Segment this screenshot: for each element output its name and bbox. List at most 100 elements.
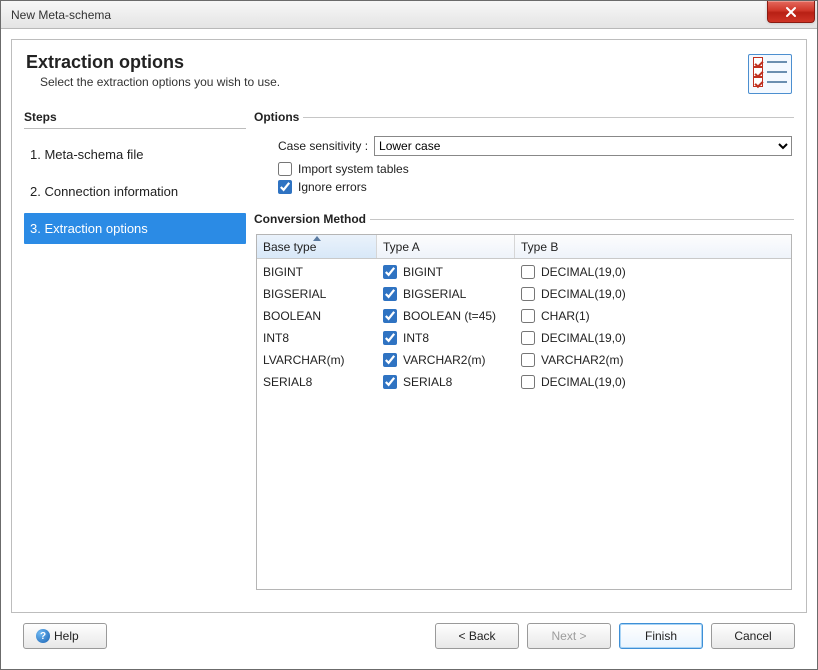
page-title: Extraction options: [26, 52, 748, 73]
table-row: SERIAL8 SERIAL8 DECIMAL(19,0): [257, 371, 791, 393]
finish-button[interactable]: Finish: [619, 623, 703, 649]
footer: ? Help < Back Next > Finish Cancel: [11, 613, 807, 659]
body: Steps 1. Meta-schema file 2. Connection i…: [12, 102, 806, 612]
cancel-button-label: Cancel: [734, 629, 771, 643]
back-button[interactable]: < Back: [435, 623, 519, 649]
cell-type-b: DECIMAL(19,0): [515, 331, 791, 345]
col-header-type-a-label: Type A: [383, 240, 420, 254]
content-outer: Extraction options Select the extraction…: [1, 29, 817, 669]
table-row: BIGSERIAL BIGSERIAL DECIMAL(19,0): [257, 283, 791, 305]
type-a-checkbox[interactable]: [383, 265, 397, 279]
steps-sidebar: Steps 1. Meta-schema file 2. Connection i…: [24, 110, 246, 602]
close-icon: [784, 6, 798, 18]
main-panel: Options Case sensitivity : Lower case Im…: [254, 110, 794, 602]
options-fieldset: Options Case sensitivity : Lower case Im…: [254, 110, 794, 200]
conversion-legend: Conversion Method: [254, 212, 370, 226]
finish-button-label: Finish: [645, 629, 677, 643]
conversion-table: Base type Type A Type B BIGINTB: [256, 234, 792, 590]
type-a-label: BIGINT: [403, 265, 443, 279]
help-button-label: Help: [54, 629, 79, 643]
window-title: New Meta-schema: [11, 8, 111, 22]
step-item[interactable]: 2. Connection information: [24, 176, 246, 207]
type-b-checkbox[interactable]: [521, 309, 535, 323]
cell-type-a: BIGSERIAL: [377, 287, 515, 301]
checklist-icon: [748, 54, 792, 94]
close-button[interactable]: [767, 1, 815, 23]
step-item[interactable]: 1. Meta-schema file: [24, 139, 246, 170]
type-a-label: BIGSERIAL: [403, 287, 466, 301]
cell-type-b: CHAR(1): [515, 309, 791, 323]
content-frame: Extraction options Select the extraction…: [11, 39, 807, 613]
type-b-checkbox[interactable]: [521, 353, 535, 367]
case-sensitivity-select[interactable]: Lower case: [374, 136, 792, 156]
case-sensitivity-label: Case sensitivity :: [278, 139, 368, 153]
table-row: LVARCHAR(m) VARCHAR2(m) VARCHAR2(m): [257, 349, 791, 371]
type-a-checkbox[interactable]: [383, 375, 397, 389]
type-a-checkbox[interactable]: [383, 287, 397, 301]
type-b-label: DECIMAL(19,0): [541, 331, 626, 345]
page-header: Extraction options Select the extraction…: [12, 40, 806, 102]
cell-base-type: INT8: [257, 331, 377, 345]
ignore-errors-row: Ignore errors: [278, 180, 792, 194]
cancel-button[interactable]: Cancel: [711, 623, 795, 649]
cell-type-b: VARCHAR2(m): [515, 353, 791, 367]
ignore-errors-checkbox[interactable]: [278, 180, 292, 194]
case-sensitivity-row: Case sensitivity : Lower case: [278, 136, 792, 156]
table-row: BIGINT BIGINT DECIMAL(19,0): [257, 261, 791, 283]
conversion-fieldset: Conversion Method Base type Type A: [254, 212, 794, 590]
titlebar: New Meta-schema: [1, 1, 817, 29]
sort-asc-icon: [313, 236, 321, 241]
cell-type-b: DECIMAL(19,0): [515, 375, 791, 389]
type-b-label: DECIMAL(19,0): [541, 375, 626, 389]
type-b-label: DECIMAL(19,0): [541, 287, 626, 301]
col-header-base[interactable]: Base type: [257, 235, 377, 258]
cell-base-type: LVARCHAR(m): [257, 353, 377, 367]
type-a-label: BOOLEAN (t=45): [403, 309, 496, 323]
table-row: BOOLEAN BOOLEAN (t=45) CHAR(1): [257, 305, 791, 327]
col-header-type-b[interactable]: Type B: [515, 235, 791, 258]
step-item[interactable]: 3. Extraction options: [24, 213, 246, 244]
type-a-label: SERIAL8: [403, 375, 452, 389]
cell-type-b: DECIMAL(19,0): [515, 287, 791, 301]
options-legend: Options: [254, 110, 303, 124]
cell-type-a: BIGINT: [377, 265, 515, 279]
cell-base-type: SERIAL8: [257, 375, 377, 389]
cell-base-type: BIGINT: [257, 265, 377, 279]
help-icon: ?: [36, 629, 50, 643]
cell-base-type: BIGSERIAL: [257, 287, 377, 301]
type-a-checkbox[interactable]: [383, 331, 397, 345]
cell-type-b: DECIMAL(19,0): [515, 265, 791, 279]
page-subtitle: Select the extraction options you wish t…: [26, 75, 748, 89]
ignore-errors-label[interactable]: Ignore errors: [298, 180, 367, 194]
type-b-label: VARCHAR2(m): [541, 353, 623, 367]
type-a-checkbox[interactable]: [383, 309, 397, 323]
import-system-tables-checkbox[interactable]: [278, 162, 292, 176]
dialog-window: New Meta-schema Extraction options Selec…: [0, 0, 818, 670]
type-b-checkbox[interactable]: [521, 331, 535, 345]
type-a-label: INT8: [403, 331, 429, 345]
table-body: BIGINTBIGINTDECIMAL(19,0)BIGSERIALBIGSER…: [257, 259, 791, 589]
next-button-label: Next >: [551, 629, 586, 643]
import-system-tables-row: Import system tables: [278, 162, 792, 176]
import-system-tables-label[interactable]: Import system tables: [298, 162, 409, 176]
cell-type-a: INT8: [377, 331, 515, 345]
cell-type-a: SERIAL8: [377, 375, 515, 389]
help-button[interactable]: ? Help: [23, 623, 107, 649]
col-header-type-a[interactable]: Type A: [377, 235, 515, 258]
steps-list: 1. Meta-schema file 2. Connection informa…: [24, 139, 246, 250]
cell-type-a: BOOLEAN (t=45): [377, 309, 515, 323]
type-b-checkbox[interactable]: [521, 265, 535, 279]
type-a-checkbox[interactable]: [383, 353, 397, 367]
steps-title: Steps: [24, 110, 246, 129]
type-a-label: VARCHAR2(m): [403, 353, 485, 367]
type-b-checkbox[interactable]: [521, 287, 535, 301]
type-b-label: CHAR(1): [541, 309, 590, 323]
cell-base-type: BOOLEAN: [257, 309, 377, 323]
type-b-checkbox[interactable]: [521, 375, 535, 389]
col-header-type-b-label: Type B: [521, 240, 558, 254]
table-row: INT8 INT8 DECIMAL(19,0): [257, 327, 791, 349]
cell-type-a: VARCHAR2(m): [377, 353, 515, 367]
page-header-text: Extraction options Select the extraction…: [26, 52, 748, 89]
next-button: Next >: [527, 623, 611, 649]
table-header: Base type Type A Type B: [257, 235, 791, 259]
